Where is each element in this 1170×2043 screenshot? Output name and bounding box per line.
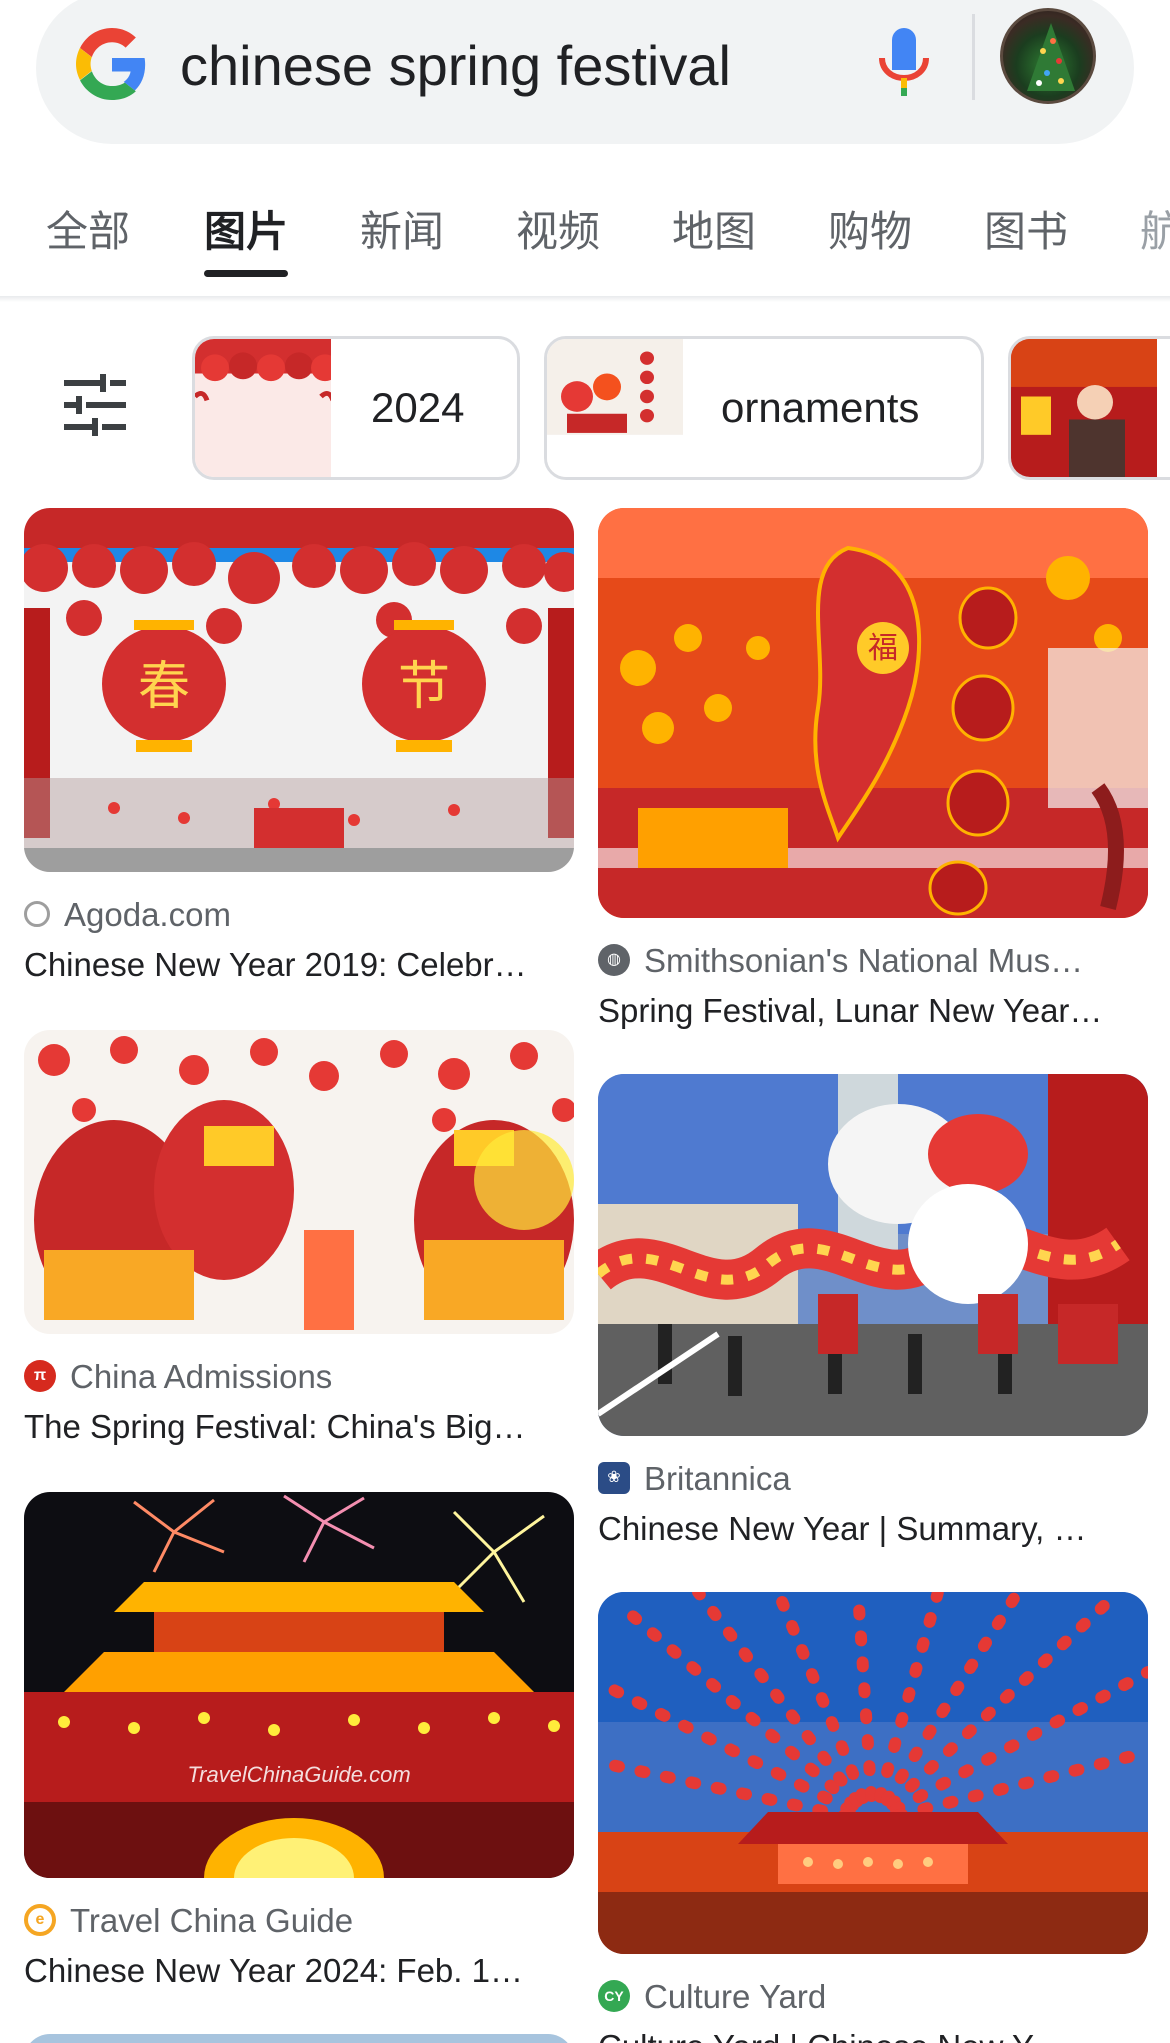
filter-tune-icon[interactable] <box>62 374 128 436</box>
result-source[interactable]: ❀ Britannica <box>598 1456 1148 1502</box>
result-card[interactable] <box>24 2034 574 2043</box>
result-image[interactable]: 福 <box>598 508 1148 918</box>
google-logo-icon <box>76 28 146 100</box>
tab-videos[interactable]: 视频 <box>516 202 600 262</box>
result-source[interactable]: CY Culture Yard <box>598 1974 1148 2020</box>
result-source[interactable]: Agoda.com <box>24 892 574 938</box>
result-source-name: Culture Yard <box>644 1978 827 2015</box>
result-source-name: Smithsonian's National Mus… <box>644 942 1084 979</box>
result-title[interactable]: Spring Festival, Lunar New Year… <box>598 988 1148 1034</box>
chip-2024[interactable]: 2024 <box>192 336 520 480</box>
result-image[interactable]: 春 节 <box>24 508 574 872</box>
result-image[interactable] <box>24 2034 574 2043</box>
globe-icon: ◍ <box>598 944 630 977</box>
search-tabs: 全部 图片 新闻 视频 地图 购物 图书 航 <box>0 190 1170 290</box>
avatar[interactable] <box>1000 8 1096 104</box>
search-input[interactable]: chinese spring festival <box>180 26 731 106</box>
result-source[interactable]: e Travel China Guide <box>24 1898 574 1944</box>
chip-label: ornaments <box>721 384 920 431</box>
result-image[interactable] <box>24 1030 574 1334</box>
tab-books[interactable]: 图书 <box>984 202 1068 262</box>
chip-partial[interactable] <box>1008 336 1170 480</box>
tabs-divider <box>0 296 1170 302</box>
result-image[interactable] <box>598 1074 1148 1436</box>
lantern-character: 春 <box>138 657 190 717</box>
britannica-favicon-icon: ❀ <box>598 1462 630 1495</box>
chip-thumbnail <box>547 339 683 477</box>
tab-images[interactable]: 图片 <box>204 202 288 262</box>
result-source[interactable]: ◍ Smithsonian's National Mus… <box>598 938 1148 984</box>
result-title[interactable]: Chinese New Year 2024: Feb. 1… <box>24 1948 574 1994</box>
result-title[interactable]: Chinese New Year 2019: Celebr… <box>24 942 574 988</box>
tab-shopping[interactable]: 购物 <box>828 202 912 262</box>
agoda-favicon-icon <box>24 901 50 928</box>
culture-yard-favicon-icon: CY <box>598 1980 630 2013</box>
china-admissions-favicon-icon: π <box>24 1360 56 1393</box>
chip-label: 2024 <box>371 384 465 431</box>
result-title[interactable]: The Spring Festival: China's Big… <box>24 1404 574 1450</box>
chip-thumbnail <box>195 339 331 477</box>
travel-china-guide-favicon-icon: e <box>24 1904 56 1937</box>
chip-ornaments[interactable]: ornaments <box>544 336 984 480</box>
tab-news[interactable]: 新闻 <box>360 202 444 262</box>
tab-all[interactable]: 全部 <box>46 202 130 262</box>
result-source-name: Agoda.com <box>64 896 231 933</box>
result-source-name: China Admissions <box>70 1358 333 1395</box>
result-title[interactable]: Culture Yard | Chinese New Y… <box>598 2024 1148 2043</box>
tab-flights[interactable]: 航 <box>1140 202 1170 262</box>
microphone-icon[interactable] <box>874 26 934 98</box>
search-bar[interactable]: chinese spring festival <box>36 0 1134 144</box>
result-source-name: Travel China Guide <box>70 1902 354 1939</box>
chip-thumbnail <box>1011 339 1157 477</box>
result-image[interactable]: TravelChinaGuide.com <box>24 1492 574 1878</box>
image-watermark: TravelChinaGuide.com <box>187 1762 410 1787</box>
result-source-name: Britannica <box>644 1460 791 1497</box>
fish-character: 福 <box>868 631 898 666</box>
lantern-character: 节 <box>398 657 450 717</box>
active-tab-indicator <box>204 270 288 277</box>
tab-maps[interactable]: 地图 <box>672 202 756 262</box>
result-source[interactable]: π China Admissions <box>24 1354 574 1400</box>
result-title[interactable]: Chinese New Year | Summary, … <box>598 1506 1148 1552</box>
christmas-tree-icon <box>1027 23 1075 91</box>
search-divider <box>972 14 975 100</box>
result-image[interactable] <box>598 1592 1148 1954</box>
